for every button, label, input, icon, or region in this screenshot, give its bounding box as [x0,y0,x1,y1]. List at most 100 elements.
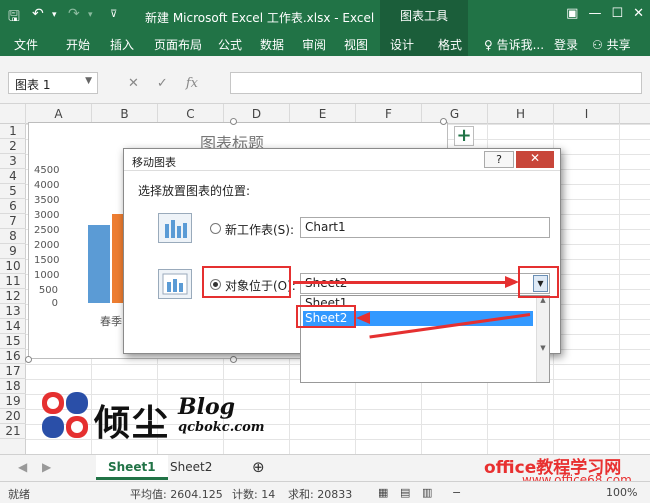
row-headers: 1 2 3 4 5 6 7 8 9 10 11 12 13 14 15 16 1… [0,124,26,454]
object-in-chart-icon [158,269,192,299]
tab-formulas[interactable]: 公式 [218,36,242,53]
normal-view-icon[interactable]: ▦ [378,486,388,499]
undo-dropdown-icon[interactable]: ▾ [52,10,57,20]
status-average: 平均值: 2604.125 [130,488,223,501]
redo-icon[interactable]: ↷ [68,6,80,22]
tab-format[interactable]: 格式 [438,36,462,53]
row-header[interactable]: 9 [0,244,26,259]
row-header[interactable]: 8 [0,229,26,244]
row-header[interactable]: 20 [0,409,26,424]
row-header[interactable]: 4 [0,169,26,184]
sheet-tab-sheet1[interactable]: Sheet1 [96,455,168,480]
zoom-level[interactable]: 100% [606,486,637,499]
tab-insert[interactable]: 插入 [110,36,134,53]
tab-file[interactable]: 文件 [14,36,38,53]
sheet-tab-sheet2[interactable]: Sheet2 [158,455,224,480]
row-header[interactable]: 2 [0,139,26,154]
resize-handle[interactable] [440,118,447,125]
customize-qat-icon[interactable]: ⊽ [110,9,117,20]
dialog-title-bar: 移动图表 ? ✕ [124,149,560,171]
ribbon-display-icon[interactable]: ▣ [566,6,578,21]
dropdown-scrollbar[interactable]: ▲ ▼ [536,296,549,382]
row-header[interactable]: 13 [0,304,26,319]
row-header[interactable]: 3 [0,154,26,169]
chart-elements-button[interactable]: + [454,126,474,146]
row-header[interactable]: 1 [0,124,26,139]
row-header[interactable]: 6 [0,199,26,214]
name-box-value: 图表 1 [15,78,51,92]
tab-review[interactable]: 审阅 [302,36,326,53]
annotation-arrow [293,281,515,284]
tell-me-search[interactable]: ♀ 告诉我... [484,36,544,53]
select-all-corner[interactable] [0,104,26,124]
chevron-down-icon[interactable]: ▼ [85,76,92,86]
y-tick-label: 2000 [34,240,60,251]
share-button[interactable]: ⚇ 共享 [592,36,631,53]
close-button[interactable]: ✕ [516,151,554,168]
column-header-c[interactable]: C [158,104,224,124]
column-header-f[interactable]: F [356,104,422,124]
column-header-a[interactable]: A [26,104,92,124]
row-header[interactable]: 5 [0,184,26,199]
save-icon[interactable]: 🖫 [8,6,20,30]
watermark-blog: Blog [178,394,236,420]
formula-buttons: ✕ ✓ fx [128,76,198,91]
tab-data[interactable]: 数据 [260,36,284,53]
undo-icon[interactable]: ↶ [32,6,44,22]
column-header-b[interactable]: B [92,104,158,124]
chart-bar-series1[interactable] [88,225,110,303]
cancel-icon[interactable]: ✕ [128,76,139,91]
row-header[interactable]: 12 [0,289,26,304]
y-tick-label: 1000 [34,270,60,281]
row-header[interactable]: 19 [0,394,26,409]
enter-icon[interactable]: ✓ [157,76,168,91]
column-header-e[interactable]: E [290,104,356,124]
resize-handle[interactable] [230,356,237,363]
column-header-i[interactable]: I [554,104,620,124]
scroll-next-sheet-icon[interactable]: ▶ [30,455,63,480]
close-icon[interactable]: ✕ [633,6,644,21]
person-icon: ⚇ [592,38,603,52]
redo-dropdown-icon[interactable]: ▾ [88,10,93,20]
window-controls: ▣ — ☐ ✕ [566,6,644,21]
tab-home[interactable]: 开始 [66,36,90,53]
minimize-icon[interactable]: — [588,6,601,21]
row-header[interactable]: 11 [0,274,26,289]
maximize-icon[interactable]: ☐ [611,6,623,21]
row-header[interactable]: 14 [0,319,26,334]
name-box[interactable]: 图表 1 ▼ [8,72,98,94]
formula-input[interactable] [230,72,642,94]
row-header[interactable]: 18 [0,379,26,394]
help-button[interactable]: ? [484,151,514,168]
y-tick-label: 4500 [34,165,60,176]
highlight-object-in-option [202,266,291,298]
insert-function-icon[interactable]: fx [186,76,198,91]
tab-design[interactable]: 设计 [390,36,414,53]
new-sheet-name-input[interactable]: Chart1 [300,217,550,238]
tab-page-layout[interactable]: 页面布局 [154,36,202,53]
watermark-logo [42,392,88,438]
sign-in-link[interactable]: 登录 [554,36,578,53]
new-sheet-chart-icon [158,213,192,243]
watermark-brand: 倾尘 [94,402,171,444]
y-tick-label: 3500 [34,195,60,206]
add-sheet-icon[interactable]: ⊕ [240,455,277,480]
row-header[interactable]: 10 [0,259,26,274]
column-header-g[interactable]: G [422,104,488,124]
y-tick-label: 2500 [34,225,60,236]
row-header[interactable]: 17 [0,364,26,379]
row-header[interactable]: 15 [0,334,26,349]
column-header-h[interactable]: H [488,104,554,124]
page-layout-view-icon[interactable]: ▤ [400,486,410,499]
title-bar: 🖫 ↶ ▾ ↷ ▾ ⊽ 新建 Microsoft Excel 工作表.xlsx … [0,0,650,32]
resize-handle[interactable] [25,356,32,363]
zoom-out-icon[interactable]: − [452,486,461,499]
row-header[interactable]: 21 [0,424,26,439]
page-break-view-icon[interactable]: ▥ [422,486,432,499]
row-header[interactable]: 7 [0,214,26,229]
new-sheet-radio[interactable] [210,223,221,234]
row-header[interactable]: 16 [0,349,26,364]
arrowhead-icon [356,312,370,324]
tab-view[interactable]: 视图 [344,36,368,53]
resize-handle[interactable] [230,118,237,125]
